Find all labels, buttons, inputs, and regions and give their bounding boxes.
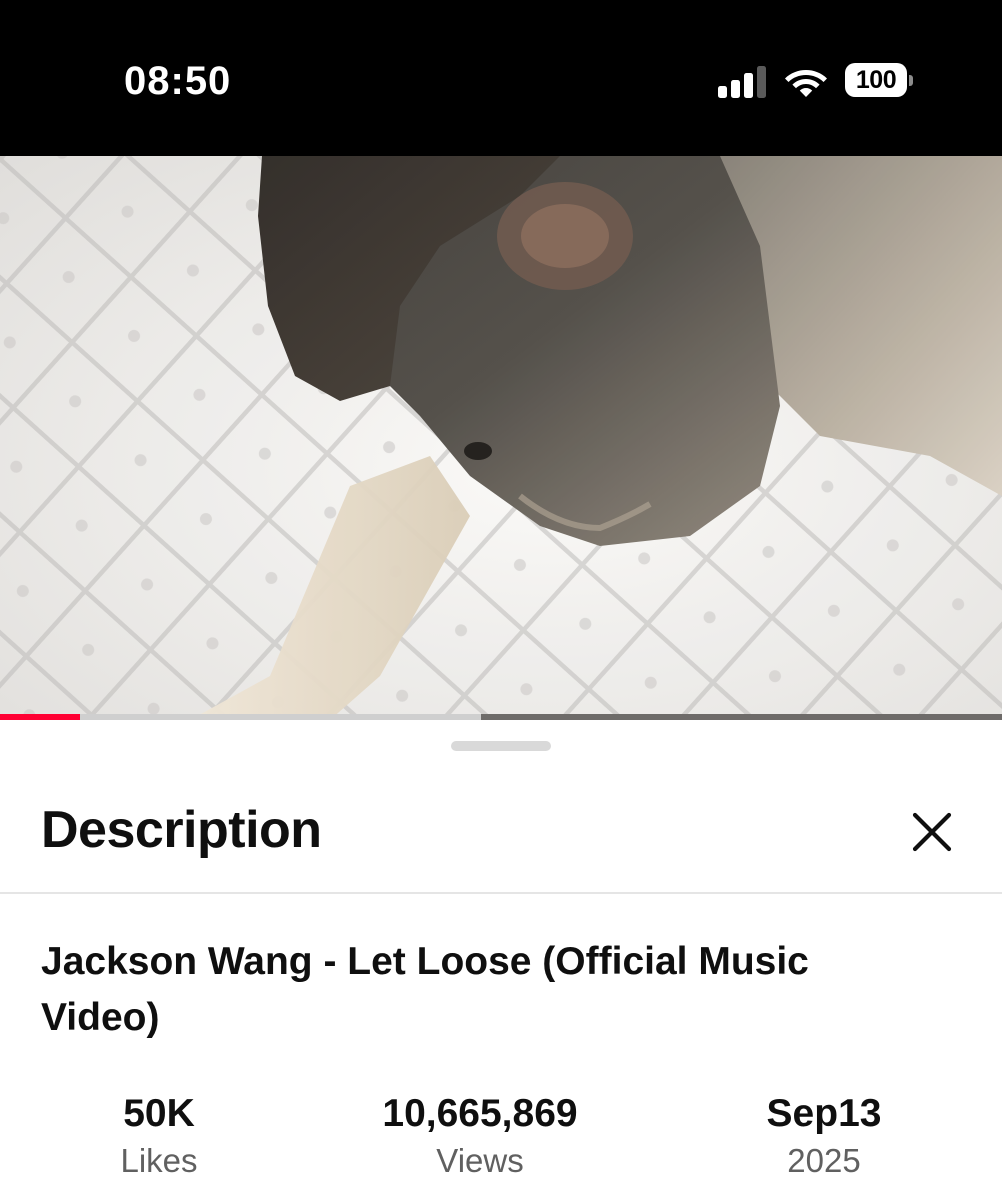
sheet-divider	[0, 892, 1002, 894]
battery-icon: 100	[845, 63, 915, 99]
views-stat: 10,665,869 Views	[330, 1090, 630, 1184]
status-time: 08:50	[124, 59, 232, 103]
status-bar: 08:50 100	[0, 0, 1002, 156]
cell-signal-icon	[718, 66, 768, 98]
video-stats: 50K Likes 10,665,869 Views Sep13 2025	[0, 1090, 1002, 1190]
close-button[interactable]	[904, 804, 960, 860]
likes-label: Likes	[120, 1142, 198, 1179]
video-player[interactable]	[0, 156, 1002, 720]
views-label: Views	[436, 1142, 524, 1179]
close-icon	[912, 812, 952, 852]
video-title: Jackson Wang - Let Loose (Official Music…	[41, 940, 809, 1039]
upload-date: Sep13	[766, 1092, 882, 1135]
likes-stat: 50K Likes	[79, 1090, 239, 1184]
upload-year: 2025	[787, 1142, 861, 1179]
battery-tip	[909, 75, 913, 86]
battery-level: 100	[845, 63, 907, 97]
views-count: 10,665,869	[382, 1092, 578, 1135]
video-frame-image	[0, 156, 1002, 720]
sheet-drag-handle[interactable]	[451, 741, 551, 751]
wifi-icon	[783, 64, 829, 98]
likes-count: 50K	[123, 1092, 195, 1135]
sheet-title: Description	[41, 801, 322, 859]
description-sheet: Description Jackson Wang - Let Loose (Of…	[0, 720, 1002, 1200]
upload-date-stat: Sep13 2025	[724, 1090, 924, 1184]
